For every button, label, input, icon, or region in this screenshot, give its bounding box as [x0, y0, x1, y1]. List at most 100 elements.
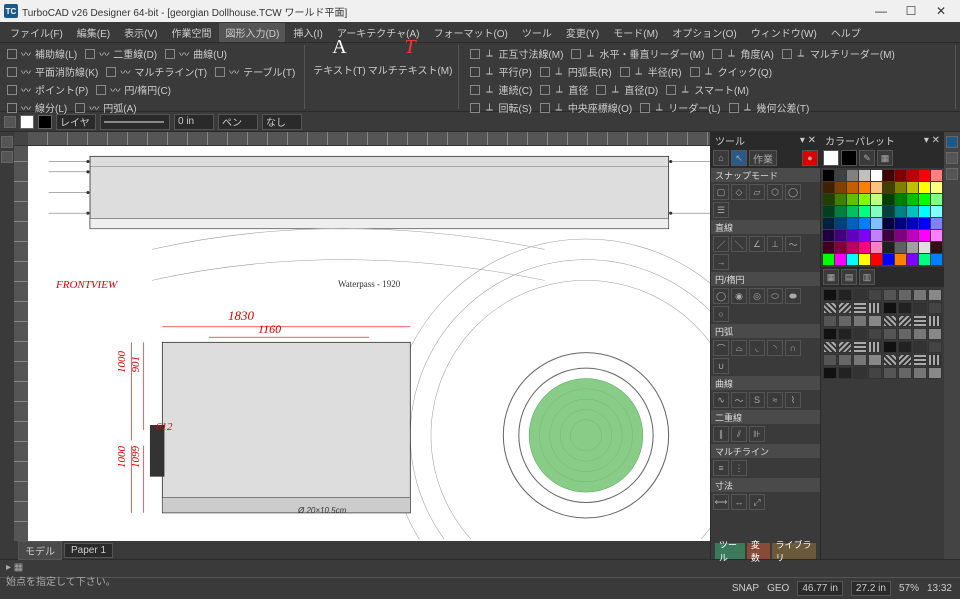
color-swatch[interactable] [895, 254, 906, 265]
pen-dropdown[interactable]: ペン [218, 114, 258, 130]
color-swatch[interactable] [907, 230, 918, 241]
color-swatch[interactable] [823, 230, 834, 241]
pattern-swatch[interactable] [883, 315, 897, 327]
pattern-swatch[interactable] [898, 315, 912, 327]
color-swatch[interactable] [823, 206, 834, 217]
pattern-swatch[interactable] [838, 354, 852, 366]
left-tool-1[interactable] [1, 136, 13, 148]
pattern-swatch[interactable] [853, 315, 867, 327]
color-swatch[interactable] [847, 194, 858, 205]
pattern-swatch[interactable] [823, 341, 837, 353]
color-swatch[interactable] [907, 194, 918, 205]
tool-section-header[interactable]: 直線 [711, 220, 820, 234]
color-swatch[interactable] [931, 218, 942, 229]
pattern-swatch[interactable] [868, 328, 882, 340]
ribbon-item[interactable]: 〰マルチライン(T) [103, 63, 210, 80]
pattern-swatch[interactable] [898, 289, 912, 301]
color-swatch[interactable] [871, 206, 882, 217]
tool-button[interactable]: ◇ [731, 184, 747, 200]
color-swatch[interactable] [859, 218, 870, 229]
color-swatch[interactable] [859, 242, 870, 253]
color-swatch[interactable] [835, 218, 846, 229]
tool-button[interactable]: ○ [713, 306, 729, 322]
tool-button[interactable]: ＼ [731, 236, 747, 252]
edge-tab-2[interactable] [946, 152, 958, 164]
edge-tab-3[interactable] [946, 168, 958, 180]
pattern-swatch[interactable] [913, 315, 927, 327]
pattern-swatch[interactable] [853, 341, 867, 353]
color-swatch[interactable] [847, 170, 858, 181]
tool-button[interactable]: → [713, 254, 729, 270]
color-swatch[interactable] [931, 206, 942, 217]
tool-section-header[interactable]: マルチライン [711, 444, 820, 458]
color-swatch[interactable] [931, 170, 942, 181]
tool-button[interactable]: ∩ [785, 340, 801, 356]
ribbon-item[interactable]: ⟂スマート(M) [663, 81, 752, 98]
color-swatch[interactable] [907, 254, 918, 265]
color-swatch[interactable] [871, 194, 882, 205]
color-swatch[interactable] [871, 170, 882, 181]
pattern-swatch[interactable] [853, 328, 867, 340]
tool-section-header[interactable]: 円弧 [711, 324, 820, 338]
pattern-swatch[interactable] [883, 341, 897, 353]
color-swatch[interactable] [931, 254, 942, 265]
tool-select-icon[interactable]: ↖ [731, 150, 747, 166]
tool-button[interactable]: ⟷ [713, 494, 729, 510]
menu-0[interactable]: ファイル(F) [4, 23, 69, 42]
status-y[interactable]: 27.2 in [851, 581, 891, 596]
pattern-swatch[interactable] [883, 367, 897, 379]
pattern-swatch[interactable] [928, 315, 942, 327]
color-swatch[interactable] [907, 170, 918, 181]
tool-button[interactable]: ⤢ [749, 494, 765, 510]
pattern-swatch[interactable] [898, 354, 912, 366]
color-swatch[interactable] [859, 194, 870, 205]
panel-tab[interactable]: 変数 [747, 543, 770, 559]
tool-section-header[interactable]: 寸法 [711, 478, 820, 492]
palette-tab-1[interactable]: ▦ [823, 269, 839, 285]
color-swatch[interactable] [835, 170, 846, 181]
color-swatch[interactable] [919, 182, 930, 193]
color-swatch[interactable] [883, 182, 894, 193]
close-button[interactable]: ✕ [926, 1, 956, 21]
color-swatch[interactable] [847, 218, 858, 229]
panel-close-icon[interactable]: ▾ ✕ [924, 135, 940, 146]
menu-12[interactable]: ウィンドウ(W) [745, 23, 823, 42]
color-swatch[interactable] [871, 230, 882, 241]
color-swatch[interactable] [931, 242, 942, 253]
color-swatch[interactable] [823, 194, 834, 205]
color-swatch[interactable] [931, 230, 942, 241]
pattern-swatch[interactable] [898, 302, 912, 314]
color-swatch[interactable] [883, 170, 894, 181]
color-swatch[interactable] [895, 194, 906, 205]
ribbon-item[interactable]: ⟂クイック(Q) [687, 63, 775, 80]
color-swatch[interactable] [859, 170, 870, 181]
palette-tab-3[interactable]: ▥ [859, 269, 875, 285]
color-swatch[interactable] [835, 206, 846, 217]
color-swatch[interactable] [859, 230, 870, 241]
color-swatch[interactable] [835, 194, 846, 205]
ribbon-item[interactable]: ⟂連続(C) [467, 81, 535, 98]
tool-button[interactable]: ☰ [713, 202, 729, 218]
pattern-swatch[interactable] [838, 341, 852, 353]
pattern-swatch[interactable] [868, 367, 882, 379]
tool-button[interactable]: ⌓ [731, 340, 747, 356]
palette-bg-swatch[interactable] [841, 150, 857, 166]
fill-swatch[interactable] [20, 115, 34, 129]
tool-button[interactable]: ⫽ [731, 426, 747, 442]
color-swatch[interactable] [871, 254, 882, 265]
tool-button[interactable]: ◎ [749, 288, 765, 304]
menu-2[interactable]: 表示(V) [118, 23, 163, 42]
color-swatch[interactable] [835, 242, 846, 253]
tool-button[interactable]: 〜 [731, 392, 747, 408]
color-swatch[interactable] [823, 218, 834, 229]
color-swatch[interactable] [895, 170, 906, 181]
color-swatch[interactable] [859, 206, 870, 217]
color-swatch[interactable] [823, 242, 834, 253]
pattern-swatch[interactable] [928, 289, 942, 301]
color-swatch[interactable] [883, 242, 894, 253]
ribbon-item[interactable]: ⟂角度(A) [709, 45, 776, 62]
menu-11[interactable]: オプション(O) [666, 23, 742, 42]
color-swatch[interactable] [835, 182, 846, 193]
pattern-swatch[interactable] [853, 302, 867, 314]
color-swatch[interactable] [871, 182, 882, 193]
